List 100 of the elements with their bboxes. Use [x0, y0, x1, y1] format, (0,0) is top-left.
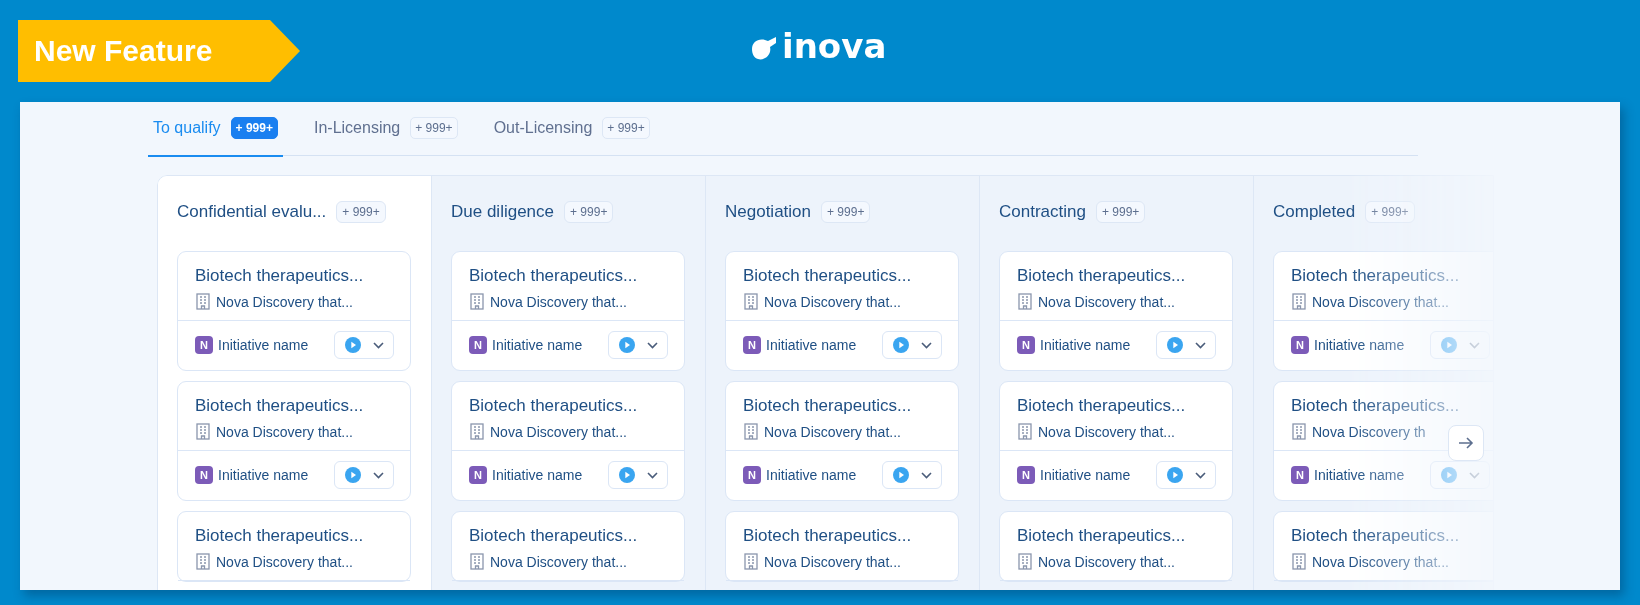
deal-title[interactable]: Biotech therapeutics... — [195, 396, 364, 416]
building-icon — [1291, 423, 1307, 440]
initiative-badge: N — [1291, 336, 1309, 354]
play-icon — [619, 337, 635, 353]
deal-card[interactable]: Biotech therapeutics... Nova Discovery that... — [1273, 511, 1493, 582]
building-icon — [195, 293, 211, 310]
building-icon — [743, 293, 759, 310]
scroll-right-button[interactable] — [1448, 425, 1484, 461]
deal-card[interactable]: Biotech therapeutics... Nova Discovery that... — [177, 511, 411, 582]
deal-card[interactable]: Biotech therapeutics... Nova Discovery that... N Initiative name — [725, 381, 959, 501]
building-icon — [469, 293, 485, 310]
deal-card[interactable]: Biotech therapeutics... Nova Discovery that... N Initiative name — [1273, 251, 1493, 371]
building-icon — [1017, 553, 1033, 570]
deal-title[interactable]: Biotech therapeutics... — [743, 266, 912, 286]
deal-card[interactable]: Biotech therapeutics... Nova Discovery that... N Initiative name — [725, 251, 959, 371]
status-dropdown[interactable] — [608, 331, 668, 359]
company-name: Nova Discovery that... — [764, 553, 901, 570]
deal-title[interactable]: Biotech therapeutics... — [1017, 526, 1186, 546]
initiative-name: Initiative name — [1314, 337, 1405, 353]
status-dropdown[interactable] — [1156, 461, 1216, 489]
initiative-badge: N — [1017, 336, 1035, 354]
initiative-name: Initiative name — [766, 467, 857, 483]
count-badge: + 999+ — [564, 201, 614, 223]
status-dropdown[interactable] — [608, 461, 668, 489]
column-title: Completed — [1273, 202, 1356, 222]
company-name: Nova Discovery that... — [216, 293, 353, 310]
status-dropdown[interactable] — [882, 331, 942, 359]
feature-banner: New Feature — [18, 20, 300, 82]
deal-title[interactable]: Biotech therapeutics... — [1017, 396, 1186, 416]
column-title: Contracting — [999, 202, 1086, 222]
status-dropdown[interactable] — [1156, 331, 1216, 359]
count-badge: + 999+ — [1365, 201, 1415, 223]
chevron-down-icon — [1469, 341, 1480, 349]
company-name: Nova Discovery that... — [490, 553, 627, 570]
play-icon — [345, 337, 361, 353]
company-name: Nova Discovery that... — [764, 423, 901, 440]
initiative-badge: N — [743, 336, 761, 354]
building-icon — [469, 423, 485, 440]
play-icon — [619, 467, 635, 483]
deal-card[interactable]: Biotech therapeutics... Nova Discovery that... — [725, 511, 959, 582]
chevron-down-icon — [921, 341, 932, 349]
company-name: Nova Discovery that... — [1312, 553, 1449, 570]
chevron-down-icon — [647, 341, 658, 349]
deal-card[interactable]: Biotech therapeutics... Nova Discovery that... N Initiative name — [177, 251, 411, 371]
status-dropdown[interactable] — [1430, 331, 1490, 359]
status-dropdown[interactable] — [882, 461, 942, 489]
chevron-down-icon — [373, 341, 384, 349]
deal-card[interactable]: Biotech therapeutics... Nova Discovery that... N Initiative name — [999, 381, 1233, 501]
deal-card[interactable]: Biotech therapeutics... Nova Discovery that... — [999, 511, 1233, 582]
status-dropdown[interactable] — [1430, 461, 1490, 489]
company-name: Nova Discovery that... — [764, 293, 901, 310]
chevron-down-icon — [1195, 341, 1206, 349]
deal-title[interactable]: Biotech therapeutics... — [1017, 266, 1186, 286]
count-badge: + 999+ — [821, 201, 871, 223]
play-icon — [893, 467, 909, 483]
play-icon — [1167, 337, 1183, 353]
column-title: Confidential evalu... — [177, 202, 327, 222]
deal-title[interactable]: Biotech therapeutics... — [195, 526, 364, 546]
deal-card[interactable]: Biotech therapeutics... Nova Discovery that... — [451, 511, 685, 582]
column-title: Negotiation — [725, 202, 811, 222]
initiative-name: Initiative name — [492, 337, 583, 353]
building-icon — [1291, 293, 1307, 310]
deal-title[interactable]: Biotech therapeutics... — [1291, 526, 1460, 546]
deal-title[interactable]: Biotech therapeutics... — [743, 396, 912, 416]
deal-title[interactable]: Biotech therapeutics... — [469, 396, 638, 416]
deal-title[interactable]: Biotech therapeutics... — [1291, 396, 1460, 416]
deal-card[interactable]: Biotech therapeutics... Nova Discovery that... N Initiative name — [177, 381, 411, 501]
deal-title[interactable]: Biotech therapeutics... — [469, 526, 638, 546]
deal-card[interactable]: Biotech therapeutics... Nova Discovery that... N Initiative name — [451, 251, 685, 371]
play-icon — [345, 467, 361, 483]
deal-card[interactable]: Biotech therapeutics... Nova Discovery th N Initiative name — [1273, 381, 1493, 501]
chevron-down-icon — [373, 471, 384, 479]
status-dropdown[interactable] — [334, 331, 394, 359]
chevron-down-icon — [1469, 471, 1480, 479]
initiative-name: Initiative name — [218, 337, 309, 353]
play-icon — [893, 337, 909, 353]
tab[interactable]: To qualify + 999+ — [148, 102, 283, 157]
deal-title[interactable]: Biotech therapeutics... — [1291, 266, 1460, 286]
company-name: Nova Discovery that... — [1038, 293, 1175, 310]
building-icon — [195, 423, 211, 440]
deal-card[interactable]: Biotech therapeutics... Nova Discovery that... N Initiative name — [451, 381, 685, 501]
play-icon — [1441, 337, 1457, 353]
initiative-name: Initiative name — [218, 467, 309, 483]
initiative-name: Initiative name — [492, 467, 583, 483]
status-dropdown[interactable] — [334, 461, 394, 489]
tab[interactable]: Out-Licensing + 999+ — [488, 102, 655, 157]
building-icon — [1291, 553, 1307, 570]
tab[interactable]: In-Licensing + 999+ — [308, 102, 463, 157]
company-name: Nova Discovery that... — [1312, 293, 1449, 310]
column-title: Due diligence — [451, 202, 554, 222]
deal-title[interactable]: Biotech therapeutics... — [743, 526, 912, 546]
building-icon — [469, 553, 485, 570]
deal-title[interactable]: Biotech therapeutics... — [469, 266, 638, 286]
company-name: Nova Discovery that... — [490, 293, 627, 310]
initiative-badge: N — [469, 466, 487, 484]
building-icon — [743, 553, 759, 570]
deal-title[interactable]: Biotech therapeutics... — [195, 266, 364, 286]
deal-card[interactable]: Biotech therapeutics... Nova Discovery that... N Initiative name — [999, 251, 1233, 371]
initiative-badge: N — [195, 336, 213, 354]
play-icon — [1441, 467, 1457, 483]
